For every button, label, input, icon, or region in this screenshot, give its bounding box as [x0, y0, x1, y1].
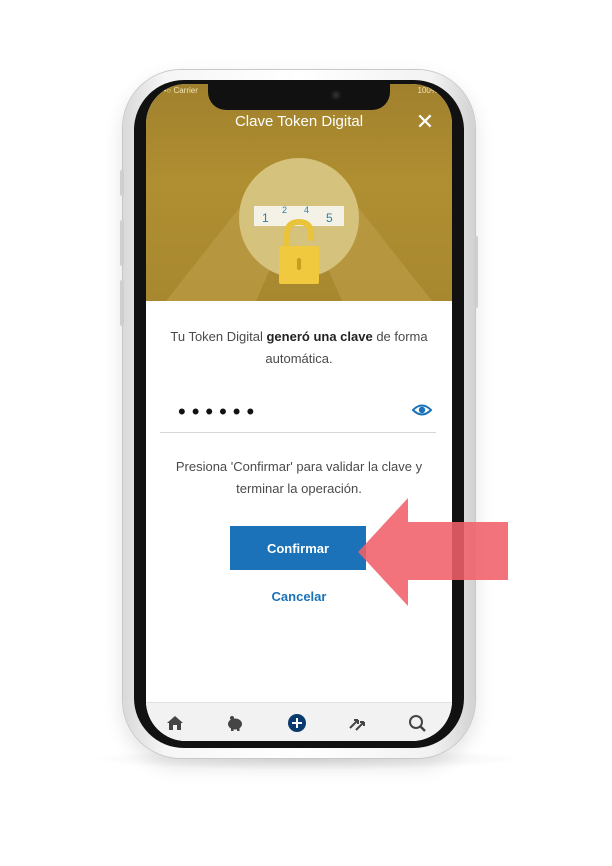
- volume-up-button: [120, 220, 124, 266]
- carrier-label: •••○ Carrier: [158, 86, 198, 95]
- front-camera: [331, 90, 341, 100]
- padlock-keyhole: [297, 258, 301, 270]
- close-icon[interactable]: ✕: [413, 110, 437, 134]
- pointer-arrow-icon: [358, 498, 508, 606]
- token-illustration: 1 2 4 5: [166, 158, 432, 301]
- home-icon[interactable]: [164, 712, 186, 734]
- eye-icon[interactable]: [412, 402, 432, 418]
- mute-switch: [120, 170, 124, 196]
- auto-key-message: Tu Token Digital generó una clave de for…: [164, 326, 434, 370]
- code-digit: 2: [282, 205, 287, 215]
- message-part1: Tu Token Digital: [170, 329, 267, 344]
- transfer-icon[interactable]: [346, 712, 368, 734]
- search-icon[interactable]: [406, 712, 428, 734]
- page-title: Clave Token Digital: [234, 113, 364, 130]
- header: •••○ Carrier 100% Clave Token Digital ✕ …: [146, 84, 452, 301]
- password-value: ••••••: [178, 399, 261, 424]
- plus-circle-icon[interactable]: [286, 712, 308, 734]
- notch: [208, 84, 390, 110]
- code-digit: 4: [304, 205, 309, 215]
- instruction-text: Presiona 'Confirmar' para validar la cla…: [175, 459, 423, 496]
- password-field[interactable]: ••••••: [160, 398, 436, 433]
- code-digit: 1: [262, 211, 269, 225]
- battery-label: 100%: [417, 86, 438, 95]
- phone-screen: •••○ Carrier 100% Clave Token Digital ✕ …: [146, 84, 452, 741]
- message-bold: generó una clave: [266, 329, 373, 344]
- power-button: [474, 236, 478, 308]
- volume-down-button: [120, 280, 124, 326]
- confirm-button[interactable]: Confirmar: [230, 526, 366, 570]
- piggy-bank-icon[interactable]: [224, 712, 246, 734]
- tab-bar: [146, 702, 452, 741]
- code-digit: 5: [326, 211, 333, 225]
